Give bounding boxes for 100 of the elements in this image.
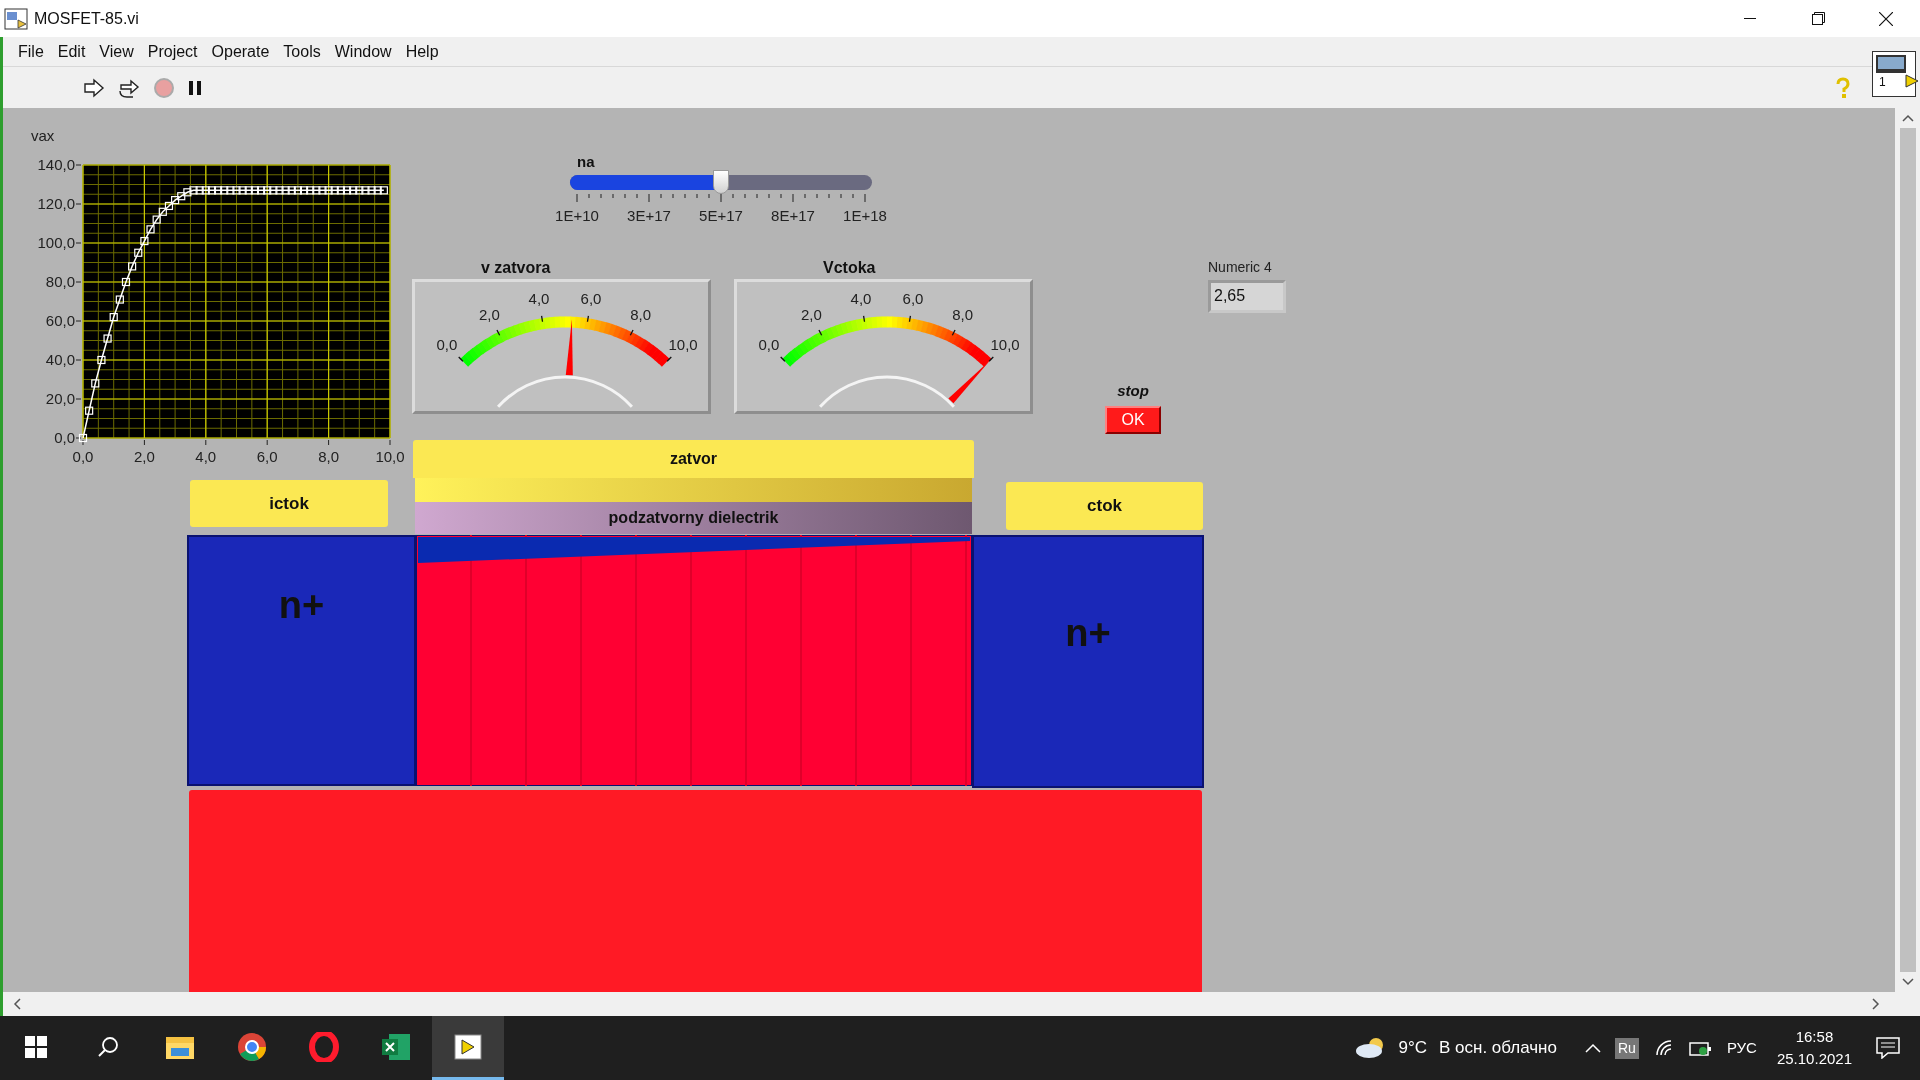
- y-tick-label: 140,0: [37, 156, 75, 173]
- slider-tick-label: 5E+17: [698, 206, 744, 226]
- x-tick-label: 2,0: [133, 448, 155, 465]
- data-point: [146, 225, 155, 234]
- y-tick-label: 0,0: [54, 429, 75, 446]
- notification-icon[interactable]: [1876, 1037, 1900, 1059]
- dielectric-layer: podzatvorny dielectrik: [415, 502, 972, 534]
- run-arrow-icon[interactable]: [83, 77, 105, 98]
- x-tick-label: 4,0: [195, 448, 217, 465]
- scroll-down-icon[interactable]: [1901, 978, 1914, 986]
- data-point: [97, 355, 106, 365]
- gauge-tick-label: 2,0: [801, 305, 822, 323]
- program-taskbar-icon[interactable]: [432, 1016, 504, 1080]
- x-tick-label: 10,0: [375, 448, 405, 465]
- data-point: [85, 406, 94, 415]
- data-point: [293, 186, 302, 195]
- clock-date[interactable]: 25.10.2021: [1776, 1048, 1852, 1071]
- data-point: [232, 186, 241, 195]
- data-point: [189, 186, 198, 195]
- y-tick-label: 100,0: [37, 234, 75, 251]
- data-point: [287, 186, 296, 195]
- language-badge[interactable]: Ru: [1614, 1037, 1639, 1059]
- gauge-tick-label: 10,0: [990, 335, 1020, 353]
- data-point: [256, 186, 266, 195]
- keyboard-layout[interactable]: РУС: [1726, 1036, 1757, 1060]
- data-point: [318, 186, 327, 195]
- slider-thumb[interactable]: [713, 170, 729, 194]
- vi-icon-number: 1: [1879, 75, 1886, 89]
- data-point: [244, 186, 253, 195]
- data-point: [312, 186, 321, 195]
- numeric-indicator: 2,65: [1208, 280, 1286, 313]
- data-point: [158, 207, 167, 216]
- data-point: [373, 186, 382, 195]
- menu-item[interactable]: Edit: [50, 37, 93, 66]
- gauge-tick-label: 6,0: [902, 290, 924, 307]
- pause-icon[interactable]: [187, 79, 203, 96]
- data-point: [78, 433, 88, 443]
- monitor-icon: [1876, 55, 1906, 75]
- caret-up-icon[interactable]: [1584, 1043, 1601, 1053]
- clock-time[interactable]: 16:58: [1795, 1025, 1834, 1048]
- minimize-icon: [1744, 17, 1756, 20]
- data-point: [269, 186, 278, 195]
- menu-item[interactable]: View: [92, 37, 141, 66]
- slider-tick-label: 1E+10: [554, 206, 600, 226]
- battery-icon[interactable]: [1688, 1039, 1713, 1057]
- close-icon: [1879, 11, 1893, 26]
- scroll-left-icon[interactable]: [13, 998, 21, 1010]
- data-point: [306, 186, 315, 195]
- slider-tick-label: 1E+18: [842, 206, 888, 226]
- data-point: [275, 186, 284, 195]
- data-point: [250, 186, 260, 195]
- menu-item[interactable]: Window: [327, 37, 399, 66]
- data-point: [330, 186, 339, 195]
- search-icon: [97, 1035, 119, 1058]
- data-point: [115, 295, 124, 304]
- data-point: [379, 186, 388, 195]
- gauge-tick-label: 0,0: [758, 335, 780, 353]
- data-point: [281, 186, 290, 195]
- y-tick-label: 120,0: [37, 195, 75, 212]
- menu-item[interactable]: File: [11, 37, 51, 66]
- gauge-title: v zatvora: [481, 258, 551, 278]
- data-point: [220, 186, 229, 195]
- drain-contact: ctok: [1006, 482, 1203, 530]
- stop-button[interactable]: OK: [1105, 406, 1161, 434]
- weather-description[interactable]: В осн. облачно: [1439, 1035, 1557, 1061]
- scroll-up-icon[interactable]: [1901, 114, 1914, 122]
- stop-label: stop: [1116, 381, 1150, 401]
- scroll-right-icon[interactable]: [1872, 998, 1880, 1010]
- data-point: [121, 277, 131, 287]
- data-point: [164, 201, 174, 211]
- menu-item[interactable]: Project: [140, 37, 205, 66]
- data-point: [207, 186, 217, 195]
- data-point: [152, 215, 161, 224]
- menu-item[interactable]: Tools: [276, 37, 328, 66]
- data-point: [355, 186, 364, 195]
- menu-item[interactable]: Help: [398, 37, 446, 66]
- data-point: [238, 186, 247, 195]
- slider-label: na: [577, 152, 595, 172]
- source-region: n+: [187, 535, 416, 786]
- y-tick-label: 80,0: [45, 273, 75, 290]
- data-point: [226, 186, 235, 195]
- horizontal-scrollbar[interactable]: [0, 992, 1920, 1016]
- y-tick-label: 20,0: [45, 390, 75, 407]
- gauge-tick-label: 4,0: [528, 290, 550, 307]
- window-title: MOSFET-85.vi: [34, 8, 139, 29]
- data-point: [367, 186, 376, 195]
- y-tick-label: 40,0: [45, 351, 75, 368]
- slider[interactable]: [570, 170, 872, 195]
- menu-item[interactable]: Operate: [204, 37, 277, 66]
- data-point: [177, 192, 186, 201]
- x-tick-label: 8,0: [318, 448, 340, 465]
- data-point: [214, 186, 223, 195]
- weather-temperature[interactable]: 9°C: [1398, 1035, 1427, 1061]
- gate-block: zatvor: [413, 440, 974, 478]
- slider-tick-label: 3E+17: [626, 206, 672, 226]
- app-icon: [4, 7, 28, 30]
- data-point: [263, 186, 272, 195]
- gauge-tick-label: 2,0: [479, 305, 500, 323]
- data-point: [336, 186, 345, 195]
- data-point: [103, 334, 112, 343]
